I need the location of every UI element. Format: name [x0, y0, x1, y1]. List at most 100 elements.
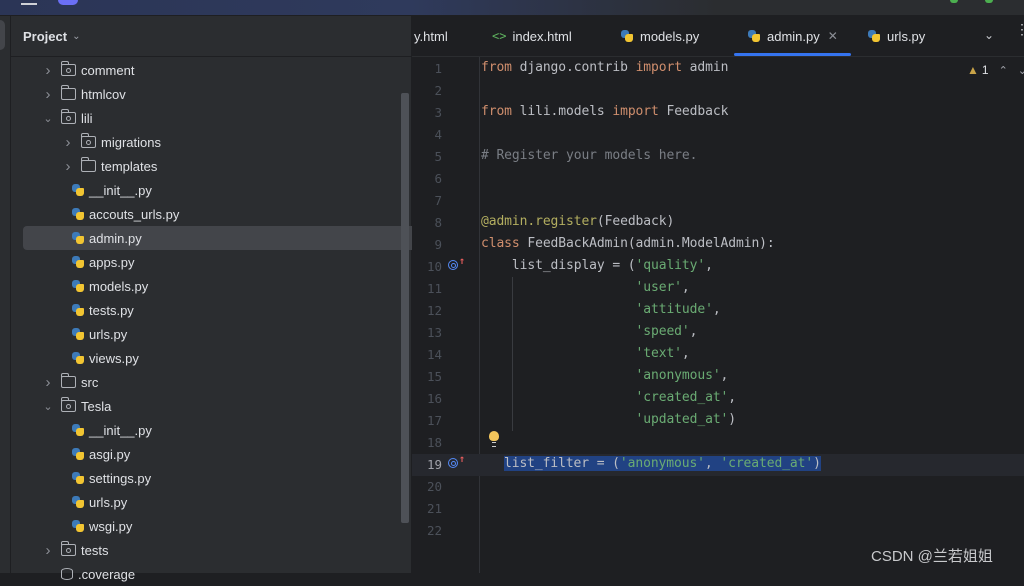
string-token: 'quality'	[635, 258, 706, 273]
project-panel-header[interactable]: Project ⌄	[11, 16, 411, 57]
code-line[interactable]: 9 class FeedBackAdmin(admin.ModelAdmin):	[412, 234, 1024, 256]
line-number[interactable]: 18	[412, 435, 442, 450]
code-line[interactable]: 7	[412, 190, 1024, 212]
line-number[interactable]: 16	[412, 391, 442, 406]
tree-item[interactable]: settings.py	[61, 466, 151, 490]
code-line[interactable]: 6	[412, 168, 1024, 190]
tree-item[interactable]: urls.py	[61, 490, 127, 514]
tree-item[interactable]: › migrations	[61, 130, 161, 154]
tree-item[interactable]: __init__.py	[61, 178, 152, 202]
project-scrollbar[interactable]	[401, 93, 409, 523]
line-number[interactable]: 9	[412, 237, 442, 252]
overrides-icon[interactable]	[448, 260, 458, 270]
project-badge-icon[interactable]	[58, 0, 78, 5]
code-line[interactable]: 4	[412, 124, 1024, 146]
code-line[interactable]: 15 'anonymous',	[412, 366, 1024, 388]
line-number[interactable]: 14	[412, 347, 442, 362]
tree-item[interactable]: __init__.py	[61, 418, 152, 442]
overrides-icon[interactable]	[448, 458, 458, 468]
code-line[interactable]: 11 'user',	[412, 278, 1024, 300]
tree-item[interactable]: .coverage	[41, 562, 135, 586]
code-line[interactable]: 5 # Register your models here.	[412, 146, 1024, 168]
string-token: 'anonymous'	[635, 368, 721, 383]
line-number[interactable]: 6	[412, 171, 442, 186]
tab-y-html[interactable]: y.html	[414, 16, 448, 56]
code-line[interactable]: 12 'attitude',	[412, 300, 1024, 322]
tree-item[interactable]: wsgi.py	[61, 514, 132, 538]
line-number[interactable]: 11	[412, 281, 442, 296]
code-line[interactable]: 21	[412, 498, 1024, 520]
code-line[interactable]: 13 'speed',	[412, 322, 1024, 344]
tab-index-html[interactable]: <> index.html	[492, 16, 572, 56]
code-editor[interactable]: ▲ 1 ⌃ ⌄ 1 from django.contrib import admi…	[412, 57, 1024, 573]
line-number[interactable]: 7	[412, 193, 442, 208]
line-number[interactable]: 20	[412, 479, 442, 494]
debug-icon[interactable]	[985, 0, 993, 3]
code-line[interactable]: 17 'updated_at')	[412, 410, 1024, 432]
lightbulb-icon[interactable]	[489, 431, 499, 447]
code-line[interactable]: 10 ↑ list_display = ('quality',	[412, 256, 1024, 278]
line-number[interactable]: 4	[412, 127, 442, 142]
code-line[interactable]: 1 from django.contrib import admin	[412, 58, 1024, 80]
tab-models-py[interactable]: models.py	[620, 16, 699, 56]
tree-item[interactable]: ⌄ Tesla	[41, 394, 111, 418]
code-line[interactable]: 8 @admin.register(Feedback)	[412, 212, 1024, 234]
tree-item[interactable]: admin.py	[23, 226, 437, 250]
tree-item[interactable]: asgi.py	[61, 442, 130, 466]
chevron-right-icon[interactable]: ›	[41, 86, 55, 103]
chevron-right-icon[interactable]: ›	[41, 62, 55, 79]
code-line[interactable]: 20	[412, 476, 1024, 498]
line-number[interactable]: 5	[412, 149, 442, 164]
tabs-dropdown-chevron-icon[interactable]: ⌄	[984, 28, 994, 42]
main-menu-icon[interactable]	[21, 3, 37, 5]
tree-item[interactable]: › templates	[61, 154, 157, 178]
line-number[interactable]: 3	[412, 105, 442, 120]
line-number[interactable]: 15	[412, 369, 442, 384]
code-line[interactable]: 19 ↑ list_filter = ('anonymous', 'created_…	[412, 454, 1024, 476]
line-number[interactable]: 2	[412, 83, 442, 98]
chevron-right-icon[interactable]: ›	[61, 134, 75, 151]
chevron-right-icon[interactable]: ›	[41, 542, 55, 559]
line-number[interactable]: 22	[412, 523, 442, 538]
tab-admin-py[interactable]: admin.py ✕	[734, 16, 851, 56]
line-number[interactable]: 17	[412, 413, 442, 428]
code-line[interactable]: 16 'created_at',	[412, 388, 1024, 410]
code-line[interactable]: 2	[412, 80, 1024, 102]
line-number[interactable]: 8	[412, 215, 442, 230]
code-line[interactable]: 18	[412, 432, 1024, 454]
more-options-icon[interactable]: ⋮	[1015, 22, 1024, 36]
chevron-right-icon[interactable]: ›	[61, 158, 75, 175]
tree-item[interactable]: models.py	[61, 274, 148, 298]
code-line[interactable]: 22	[412, 520, 1024, 542]
project-tool-button[interactable]	[0, 20, 5, 50]
tree-item[interactable]: ⌄ lili	[41, 106, 93, 130]
chevron-down-icon[interactable]: ⌄	[41, 112, 55, 125]
chevron-down-icon[interactable]: ⌄	[41, 400, 55, 413]
line-number[interactable]: 19	[412, 457, 442, 472]
close-icon[interactable]: ✕	[828, 29, 838, 43]
tree-item[interactable]: › tests	[41, 538, 108, 562]
chevron-down-icon[interactable]: ⌄	[72, 31, 80, 42]
tree-item[interactable]: tests.py	[61, 298, 134, 322]
overrides-arrow-icon: ↑	[459, 454, 466, 465]
tree-item-label: src	[81, 374, 99, 390]
line-number[interactable]: 12	[412, 303, 442, 318]
line-number[interactable]: 13	[412, 325, 442, 340]
tree-item[interactable]: views.py	[61, 346, 139, 370]
line-number[interactable]: 10	[412, 259, 442, 274]
tab-urls-py[interactable]: urls.py	[867, 16, 925, 56]
chevron-right-icon[interactable]: ›	[41, 374, 55, 391]
tree-item[interactable]: › comment	[41, 58, 134, 82]
tree-item[interactable]: › src	[41, 370, 98, 394]
tree-item[interactable]: accouts_urls.py	[61, 202, 179, 226]
tree-item[interactable]: apps.py	[61, 250, 135, 274]
code-line[interactable]: 3 from lili.models import Feedback	[412, 102, 1024, 124]
tree-item[interactable]: › htmlcov	[41, 82, 126, 106]
line-number[interactable]: 1	[412, 61, 442, 76]
run-icon[interactable]	[950, 0, 958, 3]
code-line[interactable]: 14 'text',	[412, 344, 1024, 366]
tree-item[interactable]: urls.py	[61, 322, 127, 346]
keyword-token: class	[481, 236, 520, 251]
tree-item-label: tests	[81, 542, 109, 558]
line-number[interactable]: 21	[412, 501, 442, 516]
